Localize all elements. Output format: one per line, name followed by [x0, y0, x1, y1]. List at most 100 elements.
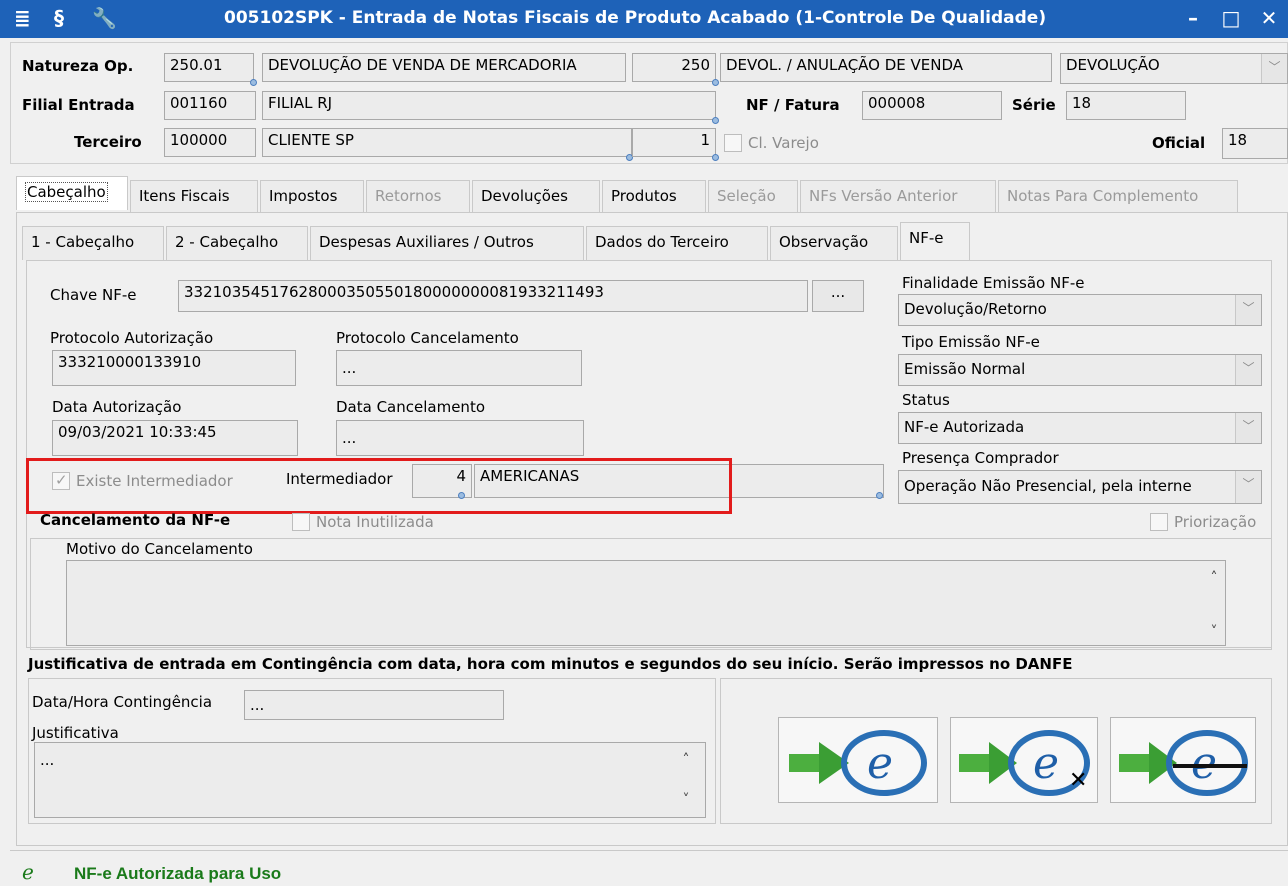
lookup-icon[interactable]	[250, 79, 257, 86]
data-hora-field[interactable]: ...	[244, 690, 504, 720]
data-hora-label: Data/Hora Contingência	[32, 693, 213, 711]
terceiro-label: Terceiro	[74, 133, 142, 151]
tipo-emissao-select[interactable]: Emissão Normal ﹀	[898, 354, 1262, 386]
terceiro-code-field[interactable]: 100000	[164, 128, 256, 157]
justificativa-textarea[interactable]: ...	[34, 742, 706, 818]
tab-label: Produtos	[611, 187, 677, 205]
tab-produtos[interactable]: Produtos	[602, 180, 706, 214]
menu-icon[interactable]: ≣	[14, 6, 31, 30]
scroll-down-icon[interactable]: ˅	[1206, 624, 1222, 640]
lookup-icon[interactable]	[712, 154, 719, 161]
subtab-1-cabecalho[interactable]: 1 - Cabeçalho	[22, 226, 164, 260]
scroll-up-icon[interactable]: ˄	[678, 752, 694, 768]
cl-varejo-label: Cl. Varejo	[748, 134, 819, 152]
cancelamento-title: Cancelamento da NF-e	[40, 511, 231, 529]
protocolo-canc-label: Protocolo Cancelamento	[336, 329, 519, 347]
tab-label: 2 - Cabeçalho	[175, 233, 279, 251]
subtab-2-cabecalho[interactable]: 2 - Cabeçalho	[166, 226, 308, 260]
close-button[interactable]: ✕	[1252, 4, 1286, 32]
natureza-label: Natureza Op.	[22, 57, 134, 75]
tab-label: Retornos	[375, 187, 442, 205]
subtab-dados-terceiro[interactable]: Dados do Terceiro	[586, 226, 768, 260]
finalidade-value: Devolução/Retorno	[904, 300, 1047, 318]
tab-label: Devoluções	[481, 187, 568, 205]
protocolo-aut-field[interactable]: 333210000133910	[52, 350, 296, 386]
nfe-logo-icon: e	[789, 730, 927, 796]
tab-label: Despesas Auxiliares / Outros	[319, 233, 534, 251]
protocolo-aut-label: Protocolo Autorização	[50, 329, 214, 347]
lookup-icon[interactable]	[712, 117, 719, 124]
tab-retornos: Retornos	[366, 180, 470, 214]
filial-label: Filial Entrada	[22, 96, 135, 114]
wrench-icon[interactable]: 🔧	[92, 6, 117, 30]
tab-notas-complemento: Notas Para Complemento	[998, 180, 1238, 214]
scroll-down-icon[interactable]: ˅	[678, 792, 694, 808]
priorizacao-label: Priorização	[1174, 513, 1257, 531]
data-canc-label: Data Cancelamento	[336, 398, 485, 416]
terceiro-num-field[interactable]: 1	[632, 128, 716, 157]
motivo-label: Motivo do Cancelamento	[66, 540, 253, 558]
status-value: NF-e Autorizada	[904, 418, 1025, 436]
subtab-observacao[interactable]: Observação	[770, 226, 898, 260]
natureza-code-field[interactable]: 250.01	[164, 53, 254, 82]
subtab-despesas[interactable]: Despesas Auxiliares / Outros	[310, 226, 584, 260]
nf-label: NF / Fatura	[746, 96, 840, 114]
chevron-down-icon[interactable]: ﹀	[1235, 355, 1261, 385]
natureza-num-field[interactable]: 250	[632, 53, 716, 82]
window-title: 005102SPK - Entrada de Notas Fiscais de …	[224, 8, 1047, 28]
maximize-button[interactable]: □	[1214, 4, 1248, 32]
bookmark-icon[interactable]: §	[54, 6, 64, 30]
data-aut-field[interactable]: 09/03/2021 10:33:45	[52, 420, 298, 456]
tab-itens-fiscais[interactable]: Itens Fiscais	[130, 180, 258, 214]
natureza-desc-field: DEVOLUÇÃO DE VENDA DE MERCADORIA	[262, 53, 626, 82]
chave-field[interactable]: 3321035451762800035055018000000008193321…	[178, 280, 808, 312]
highlight-box	[26, 458, 732, 514]
chevron-down-icon[interactable]: ﹀	[1235, 471, 1261, 503]
presenca-label: Presença Comprador	[902, 449, 1059, 467]
priorizacao-checkbox[interactable]	[1150, 513, 1168, 531]
subtab-nfe[interactable]: NF-e	[900, 222, 970, 262]
tab-cabecalho[interactable]: Cabeçalho	[16, 176, 128, 210]
tipo-emissao-label: Tipo Emissão NF-e	[902, 333, 1040, 351]
protocolo-canc-field[interactable]: ...	[336, 350, 582, 386]
cl-varejo-checkbox[interactable]	[724, 134, 742, 152]
tab-label: 1 - Cabeçalho	[31, 233, 135, 251]
tab-label: NFs Versão Anterior	[809, 187, 958, 205]
serie-field[interactable]: 18	[1066, 91, 1186, 120]
nfe-inutilize-button[interactable]: e	[1110, 717, 1256, 803]
tab-label: Impostos	[269, 187, 338, 205]
nf-value-field[interactable]: 000008	[862, 91, 1002, 120]
tab-devolucoes[interactable]: Devoluções	[472, 180, 600, 214]
tab-label: Itens Fiscais	[139, 187, 230, 205]
chevron-down-icon[interactable]: ﹀	[1235, 413, 1261, 443]
data-aut-label: Data Autorização	[52, 398, 182, 416]
lookup-icon[interactable]	[876, 492, 883, 499]
status-select[interactable]: NF-e Autorizada ﹀	[898, 412, 1262, 444]
motivo-textarea[interactable]	[66, 560, 1226, 646]
lookup-icon[interactable]	[712, 79, 719, 86]
presenca-select[interactable]: Operação Não Presencial, pela interne ﹀	[898, 470, 1262, 504]
filial-name-field: FILIAL RJ	[262, 91, 716, 120]
finalidade-select[interactable]: Devolução/Retorno ﹀	[898, 294, 1262, 326]
serie-label: Série	[1012, 96, 1056, 114]
chevron-down-icon[interactable]: ﹀	[1235, 295, 1261, 325]
nfe-cancel-button[interactable]: e ✕	[950, 717, 1098, 803]
justificativa-label: Justificativa	[32, 724, 119, 742]
presenca-value: Operação Não Presencial, pela interne	[904, 477, 1192, 495]
close-icon: ✕	[1069, 768, 1088, 793]
data-canc-field[interactable]: ...	[336, 420, 584, 456]
chave-ellipsis-button[interactable]: ...	[812, 280, 864, 312]
tab-impostos[interactable]: Impostos	[260, 180, 364, 214]
minimize-button[interactable]: –	[1176, 4, 1210, 32]
nfe-send-button[interactable]: e	[778, 717, 938, 803]
tab-label: Notas Para Complemento	[1007, 187, 1199, 205]
chevron-down-icon[interactable]: ﹀	[1261, 54, 1287, 83]
scroll-up-icon[interactable]: ˄	[1206, 570, 1222, 586]
oficial-field[interactable]: 18	[1222, 128, 1288, 159]
tipo-emissao-value: Emissão Normal	[904, 360, 1026, 378]
nota-inutilizada-checkbox[interactable]	[292, 513, 310, 531]
filial-code-field[interactable]: 001160	[164, 91, 256, 120]
natureza-type-select[interactable]: DEVOLUÇÃO ﹀	[1060, 53, 1288, 84]
terceiro-name-field: CLIENTE SP	[262, 128, 632, 157]
nfe-logo-icon: e	[1119, 730, 1248, 796]
